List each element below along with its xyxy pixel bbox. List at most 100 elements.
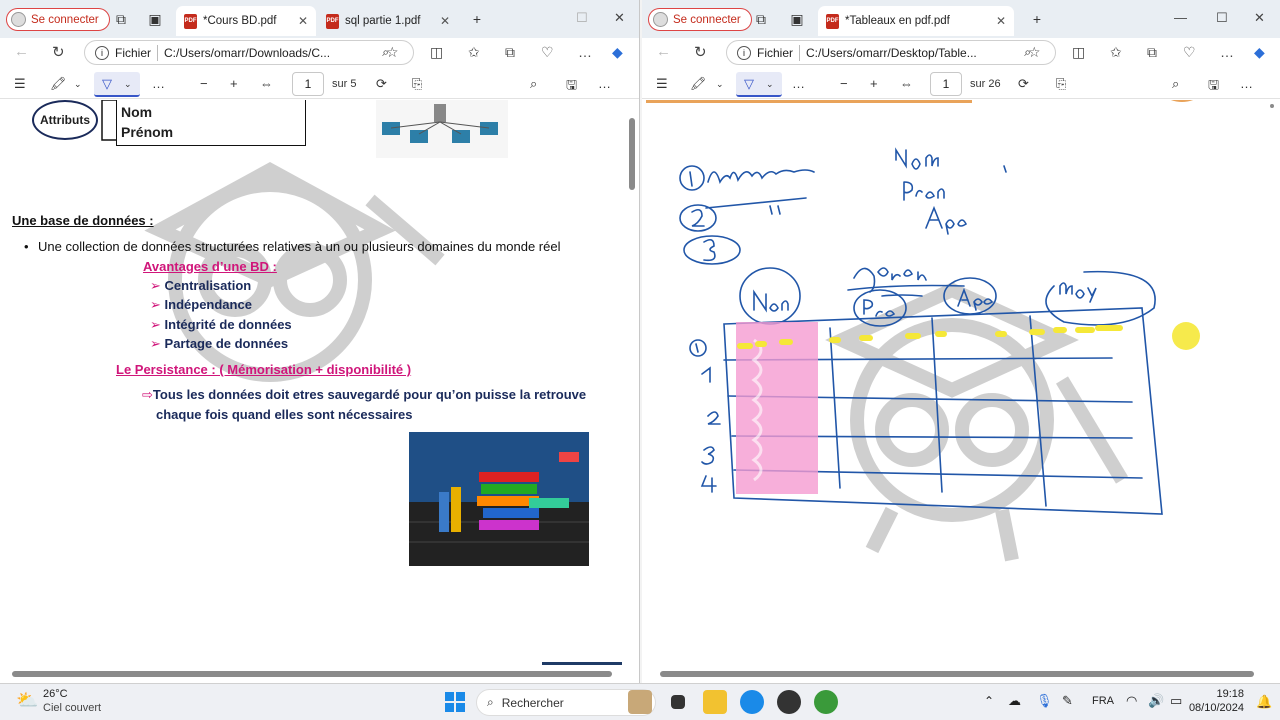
- maximize-icon[interactable]: ☐: [1216, 10, 1228, 26]
- close-window-icon[interactable]: ✕: [614, 10, 625, 26]
- weather-icon[interactable]: ⛅: [16, 690, 38, 711]
- close-tab-icon[interactable]: ✕: [440, 14, 450, 28]
- minimize-icon[interactable]: —: [1174, 10, 1187, 25]
- tab-tableaux[interactable]: PDF *Tableaux en pdf.pdf ✕: [818, 6, 1014, 36]
- wifi-icon[interactable]: ◠: [1126, 693, 1137, 709]
- vertical-scrollbar[interactable]: [629, 118, 635, 190]
- media-app-icon[interactable]: [777, 690, 801, 714]
- more-menu-icon[interactable]: …: [578, 44, 592, 60]
- vertical-scrollbar[interactable]: [1270, 104, 1274, 108]
- zoom-in-icon[interactable]: +: [870, 76, 878, 91]
- volume-icon[interactable]: 🔊: [1148, 693, 1164, 709]
- chrome-icon[interactable]: [814, 690, 838, 714]
- highlight-icon[interactable]: 🖍: [690, 76, 707, 92]
- site-info-icon[interactable]: i: [95, 45, 109, 60]
- task-view-icon[interactable]: [671, 695, 685, 709]
- books-app-icon[interactable]: [628, 690, 652, 714]
- rotate-icon[interactable]: ⟳: [1018, 76, 1029, 92]
- tab-cours-bd[interactable]: PDF *Cours BD.pdf ✕: [176, 6, 316, 36]
- collections-icon[interactable]: ⧉: [1147, 44, 1157, 61]
- fit-page-icon[interactable]: ⇔: [260, 76, 273, 91]
- favorite-star-icon[interactable]: ☆: [1028, 44, 1041, 61]
- file-explorer-icon[interactable]: [703, 690, 727, 714]
- split-screen-icon[interactable]: ◫: [430, 44, 443, 61]
- browser-essentials-icon[interactable]: ♡: [541, 44, 554, 61]
- new-tab-icon[interactable]: +: [1028, 10, 1046, 28]
- page-number-input[interactable]: 1: [930, 72, 962, 96]
- contents-icon[interactable]: ☰: [656, 76, 668, 92]
- fit-page-icon[interactable]: ⇔: [900, 76, 913, 91]
- horizontal-scrollbar[interactable]: [12, 671, 612, 677]
- sign-in-button[interactable]: Se connecter: [6, 8, 110, 31]
- tab-sql-partie[interactable]: PDF sql partie 1.pdf ✕: [318, 6, 458, 36]
- chevron-down-icon[interactable]: ⌄: [124, 79, 132, 90]
- clock-date[interactable]: 08/10/2024: [1184, 702, 1244, 714]
- page-number-input[interactable]: 1: [292, 72, 324, 96]
- more-options-icon[interactable]: …: [598, 76, 611, 91]
- site-info-icon[interactable]: i: [737, 45, 751, 60]
- address-field[interactable]: i Fichier C:/Users/omarr/Desktop/Table..…: [726, 40, 1056, 65]
- more-tools-icon[interactable]: …: [792, 76, 805, 91]
- zoom-in-icon[interactable]: +: [230, 76, 238, 91]
- copilot-icon[interactable]: ◆: [1254, 44, 1265, 61]
- contents-icon[interactable]: ☰: [14, 76, 26, 92]
- sign-in-button[interactable]: Se connecter: [648, 8, 752, 31]
- more-options-icon[interactable]: …: [1240, 76, 1253, 91]
- favorite-star-icon[interactable]: ☆: [386, 44, 399, 61]
- chevron-down-icon[interactable]: ⌄: [766, 79, 774, 90]
- back-icon[interactable]: ←: [656, 43, 671, 60]
- save-icon[interactable]: 🖫: [1208, 76, 1219, 98]
- close-tab-icon[interactable]: ✕: [996, 14, 1006, 28]
- pdf-page-left[interactable]: Attributs Nom Prénom Une base de données…: [0, 100, 639, 665]
- chevron-down-icon[interactable]: ⌄: [716, 79, 724, 90]
- windows-start-icon[interactable]: [445, 692, 465, 712]
- favorites-icon[interactable]: ✩: [468, 44, 480, 61]
- workspaces-icon[interactable]: ⧉: [112, 10, 130, 28]
- close-tab-icon[interactable]: ✕: [298, 14, 308, 28]
- favorites-icon[interactable]: ✩: [1110, 44, 1122, 61]
- draw-tool-button[interactable]: [736, 72, 782, 97]
- pdf-page-right[interactable]: [642, 100, 1280, 665]
- tab-actions-icon[interactable]: ▣: [146, 10, 164, 28]
- address-field[interactable]: i Fichier C:/Users/omarr/Downloads/C... …: [84, 40, 414, 65]
- tab-actions-icon[interactable]: ▣: [788, 10, 806, 28]
- chevron-down-icon[interactable]: ⌄: [74, 79, 82, 90]
- page-edge-decoration: [542, 662, 622, 665]
- more-tools-icon[interactable]: …: [152, 76, 165, 91]
- highlight-icon[interactable]: 🖍: [50, 76, 67, 92]
- advantage-item: ➢ Centralisation: [150, 278, 251, 294]
- new-tab-icon[interactable]: +: [468, 10, 486, 28]
- refresh-icon[interactable]: ↻: [694, 43, 707, 61]
- back-icon[interactable]: ←: [14, 43, 29, 60]
- language-indicator[interactable]: FRA: [1092, 695, 1114, 707]
- maximize-icon[interactable]: ☐: [576, 10, 588, 26]
- zoom-out-icon[interactable]: −: [200, 76, 208, 91]
- workspaces-icon[interactable]: ⧉: [752, 10, 770, 28]
- microphone-icon[interactable]: 🎙: [1036, 693, 1053, 709]
- draw-tool-button[interactable]: [94, 72, 140, 97]
- copilot-icon[interactable]: ◆: [612, 44, 623, 61]
- page-total-label: sur 5: [332, 78, 357, 90]
- save-icon[interactable]: 🖫: [566, 76, 577, 98]
- notifications-icon[interactable]: 🔔: [1256, 694, 1272, 710]
- search-icon[interactable]: ⌕: [1172, 76, 1179, 92]
- pen-icon[interactable]: ✎: [1062, 693, 1073, 709]
- refresh-icon[interactable]: ↻: [52, 43, 65, 61]
- close-window-icon[interactable]: ✕: [1254, 10, 1265, 26]
- search-icon[interactable]: ⌕: [530, 76, 537, 92]
- edge-icon[interactable]: [740, 690, 764, 714]
- cloud-icon[interactable]: ☁: [1008, 693, 1021, 709]
- clock-time[interactable]: 19:18: [1192, 688, 1244, 700]
- page-view-icon[interactable]: ⎘: [1056, 76, 1066, 92]
- battery-icon[interactable]: ▭: [1170, 693, 1182, 709]
- profile-avatar-icon: [653, 12, 668, 27]
- zoom-out-icon[interactable]: −: [840, 76, 848, 91]
- split-screen-icon[interactable]: ◫: [1072, 44, 1085, 61]
- more-menu-icon[interactable]: …: [1220, 44, 1234, 60]
- browser-essentials-icon[interactable]: ♡: [1183, 44, 1196, 61]
- collections-icon[interactable]: ⧉: [505, 44, 515, 61]
- rotate-icon[interactable]: ⟳: [376, 76, 387, 92]
- page-view-icon[interactable]: ⎘: [412, 76, 422, 92]
- horizontal-scrollbar[interactable]: [660, 671, 1254, 677]
- chevron-up-icon[interactable]: ⌃: [984, 694, 994, 708]
